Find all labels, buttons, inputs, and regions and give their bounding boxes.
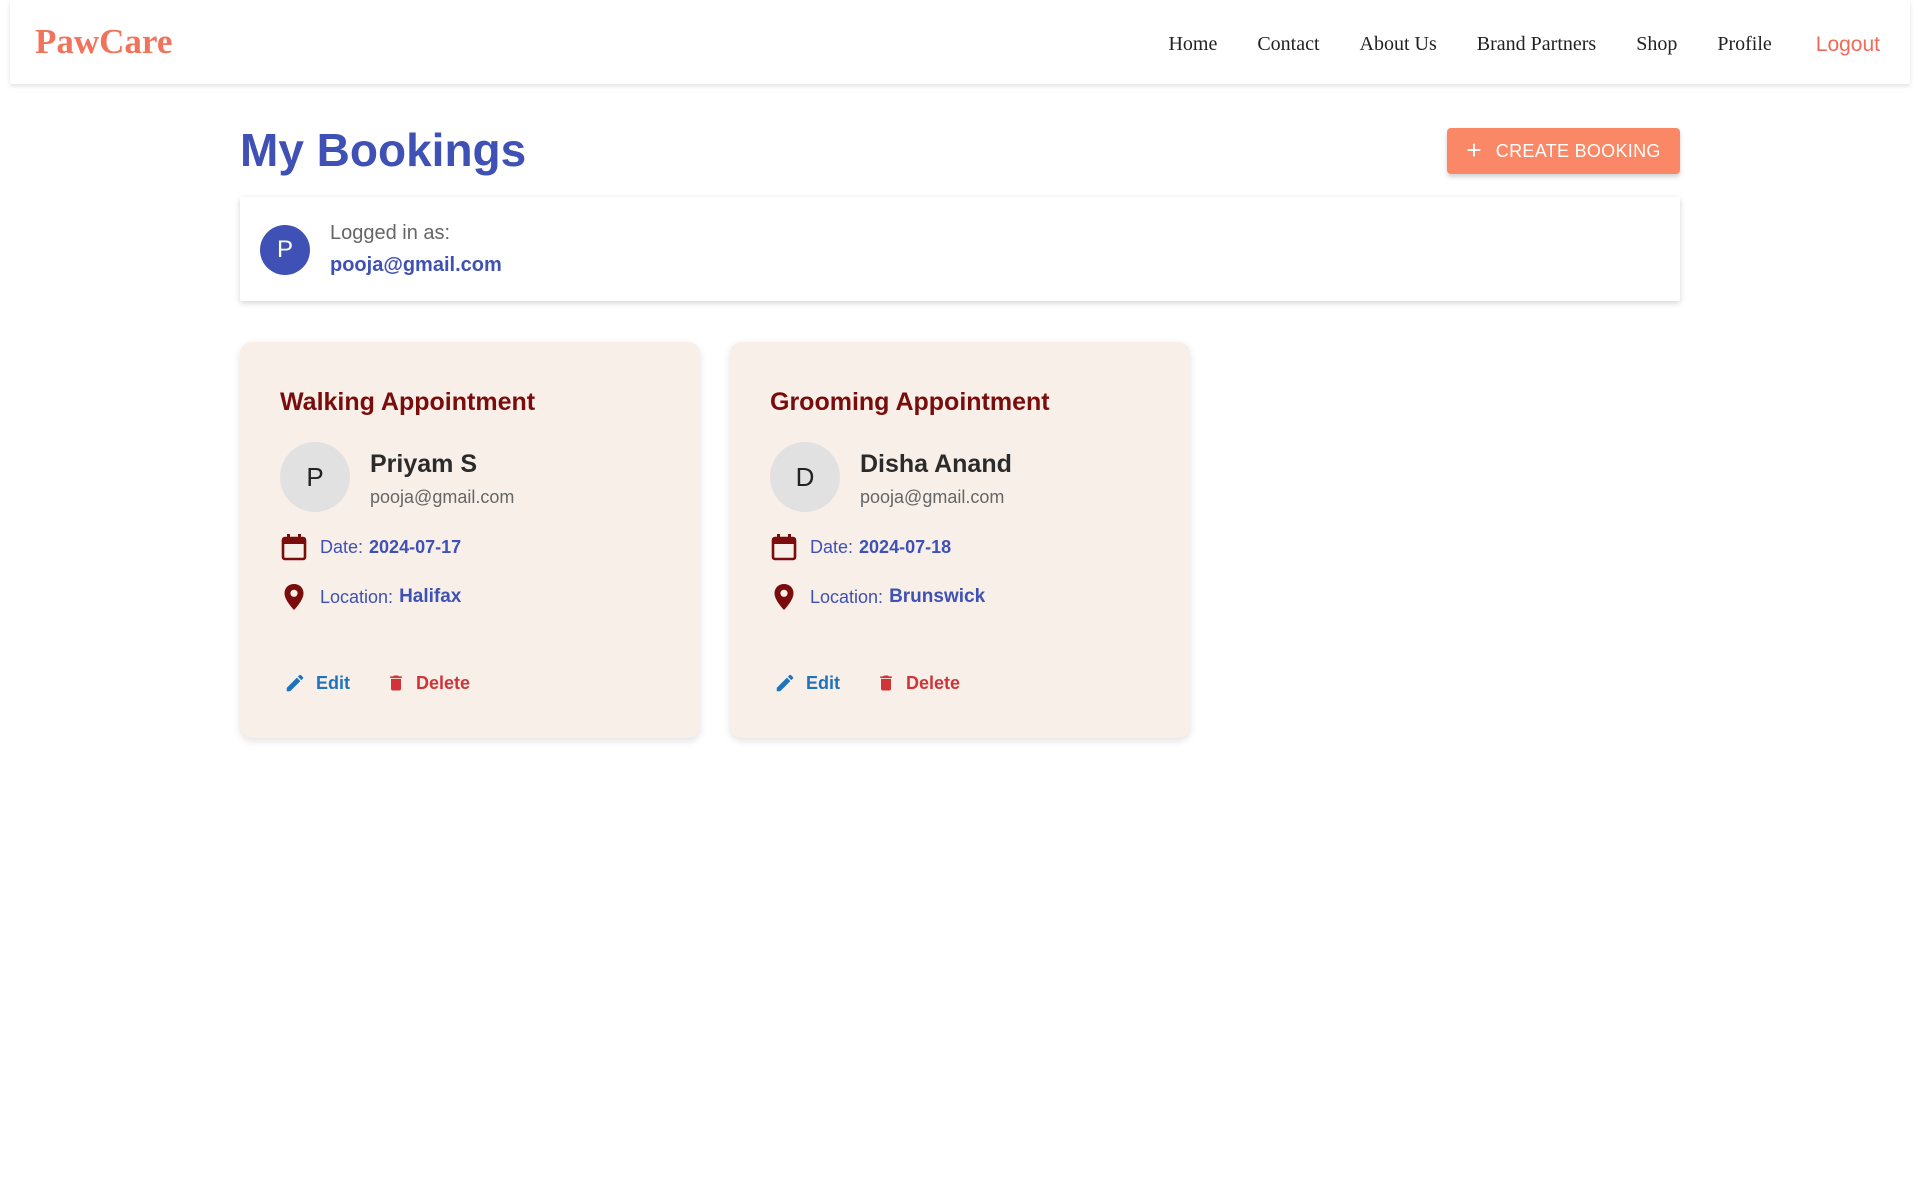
- edit-label: Edit: [806, 672, 840, 693]
- booking-title: Grooming Appointment: [770, 388, 1050, 416]
- logout-button[interactable]: Logout: [1816, 30, 1880, 57]
- pencil-icon: [776, 674, 794, 692]
- calendar-icon: [280, 532, 308, 562]
- booking-actions: Edit Delete: [284, 672, 470, 694]
- page-title: My Bookings: [240, 124, 527, 176]
- nav-link-home[interactable]: Home: [1168, 32, 1217, 56]
- location-value: Halifax: [399, 586, 462, 607]
- booking-email: pooja@gmail.com: [370, 487, 515, 507]
- booking-list: Walking Appointment P Priyam S pooja@gma…: [240, 342, 1190, 738]
- location-pin-icon: [280, 582, 308, 612]
- pencil-icon: [286, 674, 304, 692]
- logged-in-label: Logged in as:: [330, 222, 451, 244]
- nav-link-profile[interactable]: Profile: [1717, 32, 1771, 56]
- nav-links: Home Contact About Us Brand Partners Sho…: [1128, 30, 1880, 57]
- edit-button[interactable]: Edit: [284, 672, 350, 694]
- date-value: 2024-07-17: [369, 536, 462, 557]
- nav-link-brand-partners[interactable]: Brand Partners: [1477, 32, 1596, 56]
- create-booking-button[interactable]: + CREATE BOOKING: [1447, 128, 1680, 174]
- delete-label: Delete: [416, 672, 471, 693]
- logged-in-panel: P Logged in as: pooja@gmail.com: [240, 197, 1680, 301]
- booking-location-row: Location: Halifax: [280, 582, 461, 612]
- delete-label: Delete: [906, 672, 961, 693]
- booking-location-row: Location: Brunswick: [770, 582, 985, 612]
- location-pin-icon: [770, 582, 798, 612]
- pet-avatar: P: [280, 442, 350, 512]
- trash-icon: [390, 675, 402, 691]
- nav-link-shop[interactable]: Shop: [1636, 32, 1677, 56]
- date-value: 2024-07-18: [859, 536, 952, 557]
- top-navbar: PawCare Home Contact About Us Brand Part…: [10, 0, 1910, 84]
- edit-label: Edit: [316, 672, 350, 693]
- delete-button[interactable]: Delete: [386, 672, 470, 694]
- location-label: Location:: [320, 586, 394, 607]
- location-value: Brunswick: [889, 586, 986, 607]
- plus-icon: +: [1466, 135, 1482, 165]
- booking-card: Grooming Appointment D Disha Anand pooja…: [730, 342, 1190, 738]
- logged-in-email: pooja@gmail.com: [330, 254, 502, 276]
- nav-link-about-us[interactable]: About Us: [1360, 32, 1437, 56]
- booking-actions: Edit Delete: [774, 672, 960, 694]
- brand-logo[interactable]: PawCare: [35, 24, 172, 59]
- pet-name: Disha Anand: [860, 450, 1012, 478]
- edit-button[interactable]: Edit: [774, 672, 840, 694]
- user-avatar: P: [260, 225, 310, 275]
- booking-title: Walking Appointment: [280, 388, 536, 416]
- calendar-icon: [770, 532, 798, 562]
- pet-name: Priyam S: [370, 450, 478, 478]
- booking-card: Walking Appointment P Priyam S pooja@gma…: [240, 342, 700, 738]
- date-label: Date:: [320, 536, 364, 557]
- booking-email: pooja@gmail.com: [860, 487, 1005, 507]
- delete-button[interactable]: Delete: [876, 672, 960, 694]
- create-booking-label: CREATE BOOKING: [1495, 140, 1661, 161]
- date-label: Date:: [810, 536, 854, 557]
- trash-icon: [880, 675, 892, 691]
- location-label: Location:: [810, 586, 884, 607]
- booking-date-row: Date: 2024-07-17: [280, 532, 461, 562]
- pet-avatar: D: [770, 442, 840, 512]
- booking-date-row: Date: 2024-07-18: [770, 532, 951, 562]
- nav-link-contact[interactable]: Contact: [1257, 32, 1319, 56]
